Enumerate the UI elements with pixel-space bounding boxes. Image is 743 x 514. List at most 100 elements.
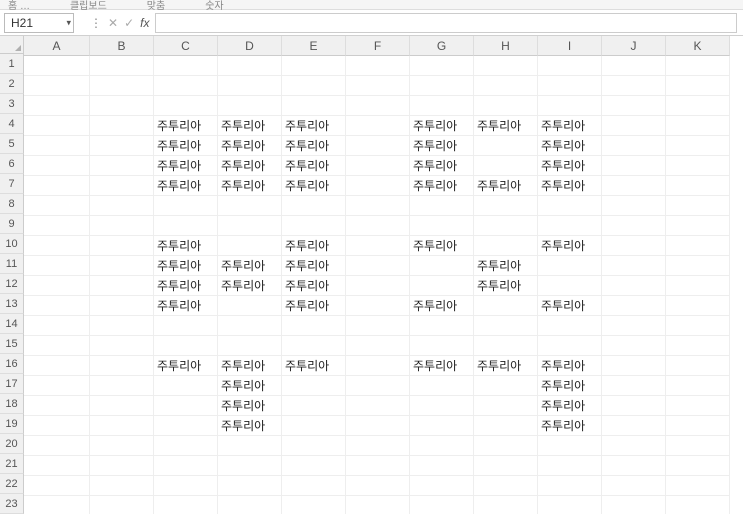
- cell-A23[interactable]: [24, 496, 90, 514]
- cell-K13[interactable]: [666, 296, 730, 316]
- cell-H10[interactable]: [474, 236, 538, 256]
- cell-G19[interactable]: [410, 416, 474, 436]
- row-header-16[interactable]: 16: [0, 354, 24, 374]
- cell-B11[interactable]: [90, 256, 154, 276]
- cell-D10[interactable]: [218, 236, 282, 256]
- column-header-A[interactable]: A: [24, 36, 90, 56]
- cell-H5[interactable]: [474, 136, 538, 156]
- cell-J22[interactable]: [602, 476, 666, 496]
- column-header-K[interactable]: K: [666, 36, 730, 56]
- cell-C3[interactable]: [154, 96, 218, 116]
- cell-G2[interactable]: [410, 76, 474, 96]
- cell-C8[interactable]: [154, 196, 218, 216]
- cell-I1[interactable]: [538, 56, 602, 76]
- cell-H1[interactable]: [474, 56, 538, 76]
- cell-K15[interactable]: [666, 336, 730, 356]
- cell-G20[interactable]: [410, 436, 474, 456]
- cell-A15[interactable]: [24, 336, 90, 356]
- cell-K10[interactable]: [666, 236, 730, 256]
- cell-I7[interactable]: 주투리아: [538, 176, 602, 196]
- cell-D14[interactable]: [218, 316, 282, 336]
- cell-B16[interactable]: [90, 356, 154, 376]
- cell-E13[interactable]: 주투리아: [282, 296, 346, 316]
- cell-K5[interactable]: [666, 136, 730, 156]
- cell-A7[interactable]: [24, 176, 90, 196]
- cell-K4[interactable]: [666, 116, 730, 136]
- column-header-J[interactable]: J: [602, 36, 666, 56]
- cell-D8[interactable]: [218, 196, 282, 216]
- cell-J2[interactable]: [602, 76, 666, 96]
- select-all-corner[interactable]: [0, 36, 24, 54]
- cell-H14[interactable]: [474, 316, 538, 336]
- cell-H6[interactable]: [474, 156, 538, 176]
- cell-G10[interactable]: 주투리아: [410, 236, 474, 256]
- cell-B14[interactable]: [90, 316, 154, 336]
- cell-H21[interactable]: [474, 456, 538, 476]
- cell-F7[interactable]: [346, 176, 410, 196]
- cell-H7[interactable]: 주투리아: [474, 176, 538, 196]
- cell-E20[interactable]: [282, 436, 346, 456]
- cell-A9[interactable]: [24, 216, 90, 236]
- cell-K20[interactable]: [666, 436, 730, 456]
- cell-F16[interactable]: [346, 356, 410, 376]
- cell-K2[interactable]: [666, 76, 730, 96]
- cell-C13[interactable]: 주투리아: [154, 296, 218, 316]
- cell-K9[interactable]: [666, 216, 730, 236]
- cell-A19[interactable]: [24, 416, 90, 436]
- cell-B5[interactable]: [90, 136, 154, 156]
- cell-F6[interactable]: [346, 156, 410, 176]
- cell-E15[interactable]: [282, 336, 346, 356]
- cell-H19[interactable]: [474, 416, 538, 436]
- cell-C5[interactable]: 주투리아: [154, 136, 218, 156]
- cell-I8[interactable]: [538, 196, 602, 216]
- cell-C6[interactable]: 주투리아: [154, 156, 218, 176]
- cell-I2[interactable]: [538, 76, 602, 96]
- cell-G17[interactable]: [410, 376, 474, 396]
- cell-K6[interactable]: [666, 156, 730, 176]
- cell-B12[interactable]: [90, 276, 154, 296]
- cell-D2[interactable]: [218, 76, 282, 96]
- cell-B21[interactable]: [90, 456, 154, 476]
- cell-F13[interactable]: [346, 296, 410, 316]
- cell-J17[interactable]: [602, 376, 666, 396]
- row-header-6[interactable]: 6: [0, 154, 24, 174]
- cell-H4[interactable]: 주투리아: [474, 116, 538, 136]
- cell-G4[interactable]: 주투리아: [410, 116, 474, 136]
- cell-A2[interactable]: [24, 76, 90, 96]
- cell-C16[interactable]: 주투리아: [154, 356, 218, 376]
- cell-F1[interactable]: [346, 56, 410, 76]
- cell-J19[interactable]: [602, 416, 666, 436]
- cell-K18[interactable]: [666, 396, 730, 416]
- cell-C18[interactable]: [154, 396, 218, 416]
- cell-J9[interactable]: [602, 216, 666, 236]
- cell-B9[interactable]: [90, 216, 154, 236]
- cell-G8[interactable]: [410, 196, 474, 216]
- cell-D9[interactable]: [218, 216, 282, 236]
- cell-F10[interactable]: [346, 236, 410, 256]
- cell-J13[interactable]: [602, 296, 666, 316]
- cell-G7[interactable]: 주투리아: [410, 176, 474, 196]
- cell-F15[interactable]: [346, 336, 410, 356]
- cell-D16[interactable]: 주투리아: [218, 356, 282, 376]
- cell-I5[interactable]: 주투리아: [538, 136, 602, 156]
- cell-H11[interactable]: 주투리아: [474, 256, 538, 276]
- cell-F3[interactable]: [346, 96, 410, 116]
- cell-C14[interactable]: [154, 316, 218, 336]
- cell-I4[interactable]: 주투리아: [538, 116, 602, 136]
- cell-F21[interactable]: [346, 456, 410, 476]
- cell-F22[interactable]: [346, 476, 410, 496]
- cell-H3[interactable]: [474, 96, 538, 116]
- cell-B15[interactable]: [90, 336, 154, 356]
- cell-E22[interactable]: [282, 476, 346, 496]
- cell-K16[interactable]: [666, 356, 730, 376]
- cell-G22[interactable]: [410, 476, 474, 496]
- cell-J20[interactable]: [602, 436, 666, 456]
- grid[interactable]: 주투리아주투리아주투리아주투리아주투리아주투리아주투리아주투리아주투리아주투리아…: [24, 56, 743, 514]
- row-header-4[interactable]: 4: [0, 114, 24, 134]
- cell-D5[interactable]: 주투리아: [218, 136, 282, 156]
- cell-H20[interactable]: [474, 436, 538, 456]
- cell-C22[interactable]: [154, 476, 218, 496]
- cell-F19[interactable]: [346, 416, 410, 436]
- cell-B22[interactable]: [90, 476, 154, 496]
- cell-I12[interactable]: [538, 276, 602, 296]
